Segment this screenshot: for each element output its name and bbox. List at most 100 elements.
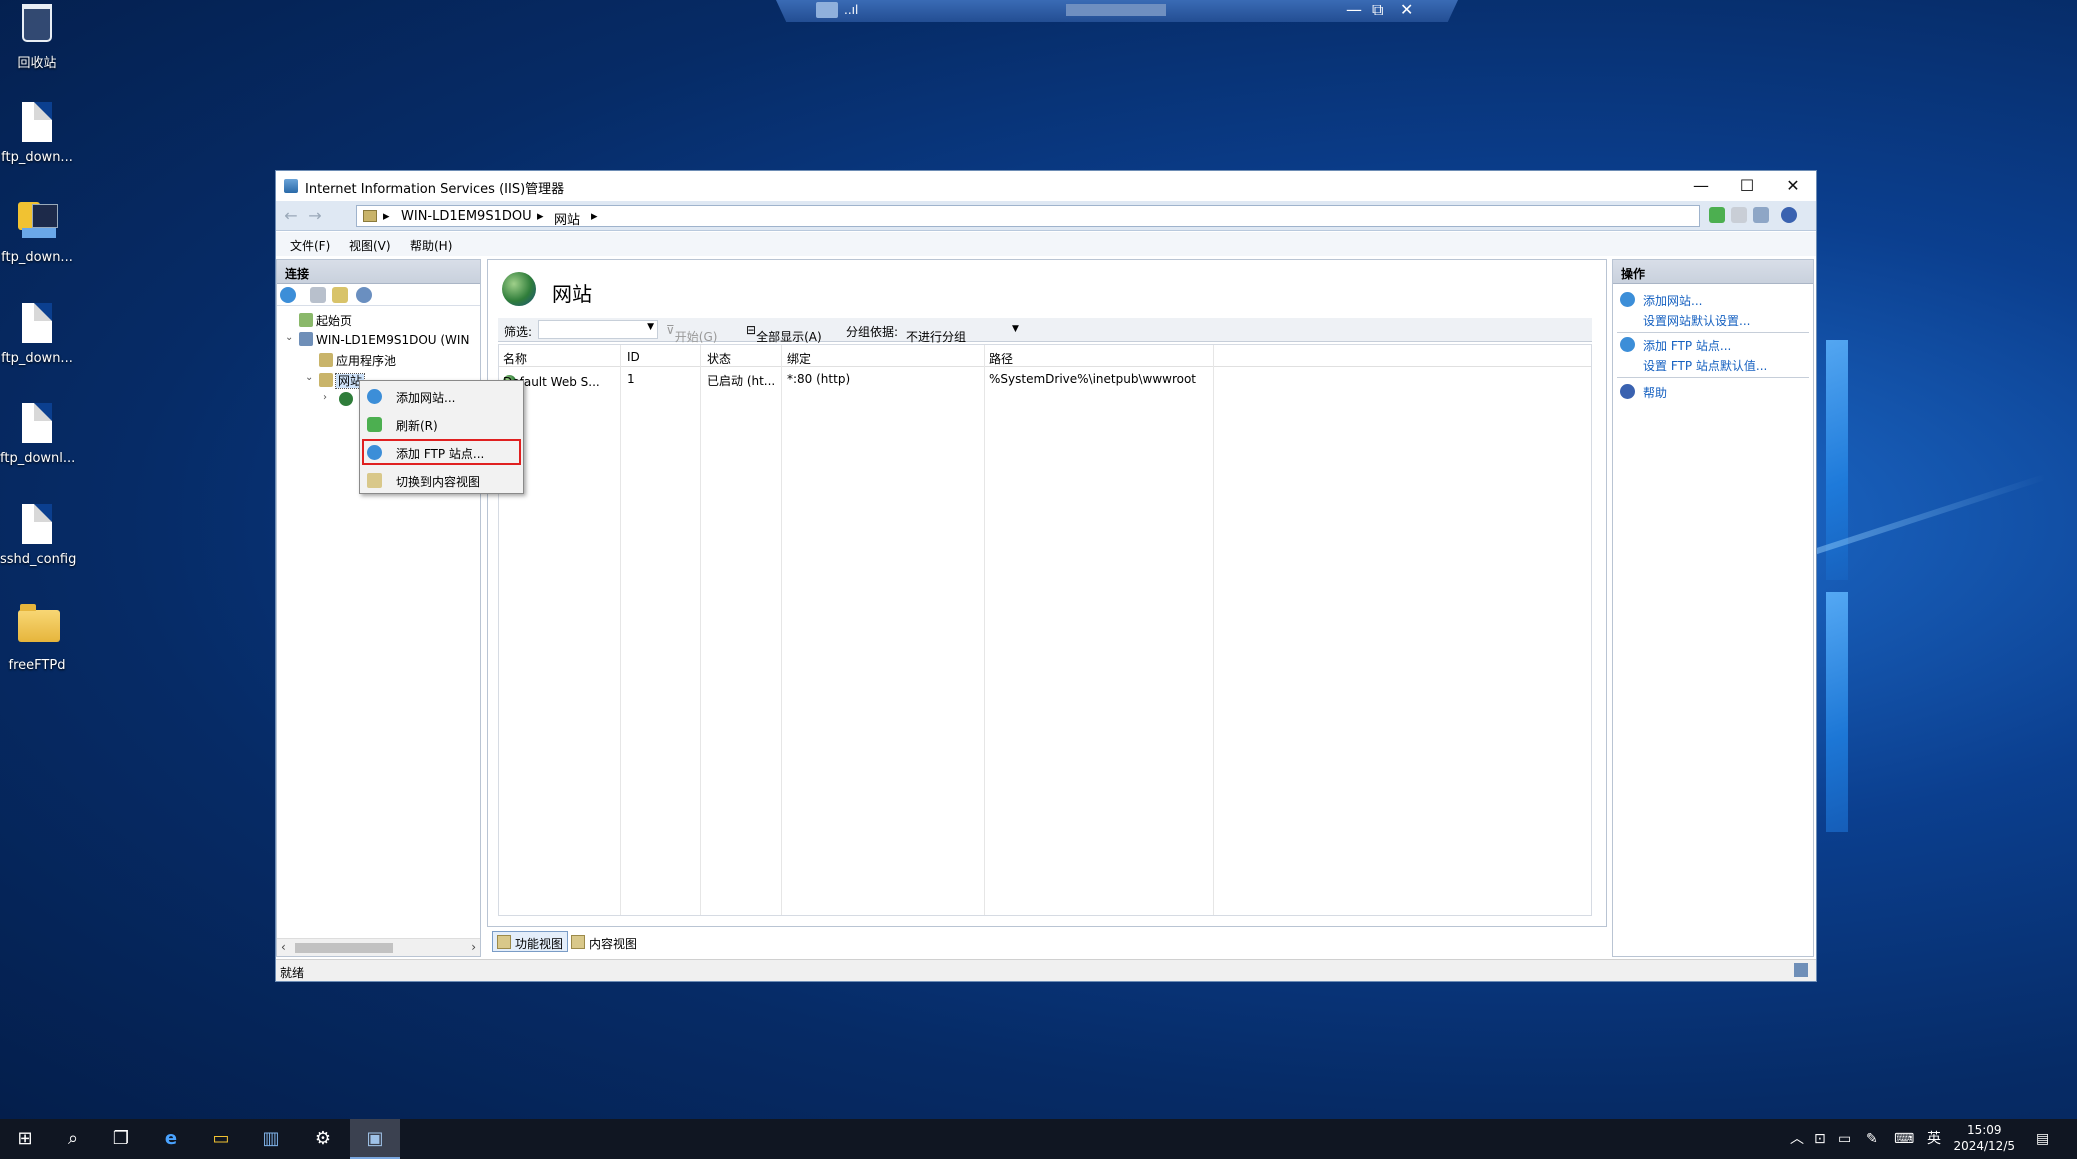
iis-manager-taskbar-icon[interactable]: ▣ xyxy=(350,1119,400,1159)
action-add-ftp-site[interactable]: 添加 FTP 站点... xyxy=(1643,337,1731,354)
chevron-down-icon[interactable]: ⌄ xyxy=(285,332,293,343)
connections-toolbar xyxy=(277,284,480,306)
desktop-icon-label: ftp_down... xyxy=(1,250,73,265)
desktop-icon-file[interactable]: sshd_config xyxy=(0,504,76,567)
breadcrumb-server[interactable]: WIN-LD1EM9S1DOU xyxy=(401,209,532,224)
tab-content-view[interactable]: 内容视图 xyxy=(566,931,642,952)
close-button[interactable]: ✕ xyxy=(1770,173,1816,199)
scroll-right-icon[interactable]: › xyxy=(471,940,476,954)
menu-view[interactable]: 视图(V) xyxy=(349,237,391,254)
desktop-icon-file[interactable]: ftp_downl... xyxy=(0,403,75,466)
menu-item-label: 添加 FTP 站点... xyxy=(396,447,485,461)
wallpaper-window-pane xyxy=(1826,592,1848,832)
menu-item-switch-content-view[interactable]: 切换到内容视图 xyxy=(362,467,521,493)
display-icon[interactable]: ▭ xyxy=(1838,1119,1851,1159)
up-folder-icon[interactable] xyxy=(332,287,348,303)
show-all-button[interactable]: ⊟ 全部显示(A) xyxy=(746,323,822,344)
action-website-defaults[interactable]: 设置网站默认设置... xyxy=(1643,312,1750,329)
features-view-icon xyxy=(497,935,511,949)
connections-title: 连接 xyxy=(277,260,480,284)
menu-item-add-website[interactable]: 添加网站... xyxy=(362,383,521,409)
action-add-website[interactable]: 添加网站... xyxy=(1643,292,1702,309)
task-view-icon[interactable]: ❐ xyxy=(96,1119,146,1159)
menu-item-label: 添加网站... xyxy=(396,391,456,405)
actions-title: 操作 xyxy=(1613,260,1813,284)
start-filter-button[interactable]: ⊽ 开始(G) xyxy=(666,323,717,344)
column-path[interactable]: 路径 xyxy=(989,350,1013,367)
column-id[interactable]: ID xyxy=(627,350,640,364)
file-explorer-icon[interactable]: ▭ xyxy=(196,1119,246,1159)
ime-indicator[interactable]: 英 xyxy=(1927,1119,1941,1159)
column-binding[interactable]: 绑定 xyxy=(787,350,811,367)
save-icon[interactable] xyxy=(310,287,326,303)
connections-horizontal-scrollbar[interactable]: ‹ › xyxy=(277,938,480,956)
desktop-icon-recycle-bin[interactable]: 回收站 xyxy=(0,4,74,71)
desktop-icon-file[interactable]: ftp_down... xyxy=(0,102,74,165)
connect-globe-icon[interactable] xyxy=(280,287,296,303)
action-help[interactable]: 帮助 xyxy=(1643,384,1667,401)
powershell-script-icon xyxy=(18,202,58,238)
stop-icon[interactable] xyxy=(1731,207,1747,223)
breadcrumb-sites[interactable]: 网站 xyxy=(554,209,580,228)
scroll-left-icon[interactable]: ‹ xyxy=(281,940,286,954)
rdp-restore-button[interactable]: ⧉ xyxy=(1372,0,1383,20)
address-separator: ▸ xyxy=(591,209,598,224)
keyboard-icon[interactable]: ⌨ xyxy=(1894,1119,1914,1159)
help-dropdown-icon[interactable] xyxy=(1781,207,1797,223)
forward-arrow-icon[interactable]: → xyxy=(304,206,326,226)
rdp-close-button[interactable]: ✕ xyxy=(1400,0,1413,19)
start-button[interactable]: ⊞ xyxy=(0,1119,50,1159)
tree-node-app-pools[interactable]: 应用程序池 xyxy=(319,352,396,369)
chevron-down-icon[interactable]: ⌄ xyxy=(305,372,313,383)
disconnect-icon[interactable] xyxy=(356,287,372,303)
address-separator: ▸ xyxy=(383,209,390,224)
maximize-button[interactable]: ☐ xyxy=(1724,173,1770,199)
pen-icon[interactable]: ✎ xyxy=(1866,1119,1878,1159)
menu-help[interactable]: 帮助(H) xyxy=(410,237,452,254)
remote-connection-bar[interactable]: ..ıl — ⧉ ✕ xyxy=(776,0,1458,22)
rdp-minimize-button[interactable]: — xyxy=(1346,0,1362,19)
settings-gear-icon[interactable]: ⚙ xyxy=(298,1119,348,1159)
filter-toolbar: 筛选: ▼ ⊽ 开始(G) ⊟ 全部显示(A) 分组依据: 不进行分组 ▼ xyxy=(498,318,1592,344)
desktop-icon-freeftpd[interactable]: freeFTPd xyxy=(0,604,74,673)
network-status-icon xyxy=(1794,963,1808,977)
site-id-cell: 1 xyxy=(627,372,635,386)
add-website-icon xyxy=(1620,292,1635,307)
filter-input[interactable]: ▼ xyxy=(538,320,658,339)
refresh-icon[interactable] xyxy=(1709,207,1725,223)
clock[interactable]: 15:09 2024/12/5 xyxy=(1953,1122,2015,1154)
show-hidden-icons[interactable]: ︿ xyxy=(1790,1119,1804,1159)
tree-node-sites[interactable]: 网站 xyxy=(319,372,366,389)
internet-explorer-icon[interactable]: e xyxy=(146,1119,196,1159)
add-ftp-site-icon xyxy=(1620,337,1635,352)
menu-item-add-ftp-site[interactable]: 添加 FTP 站点... xyxy=(362,439,521,465)
action-ftp-defaults[interactable]: 设置 FTP 站点默认值... xyxy=(1643,357,1767,374)
tree-node-server[interactable]: WIN-LD1EM9S1DOU (WIN xyxy=(299,332,469,347)
desktop-icon-file[interactable]: ftp_down... xyxy=(0,303,74,366)
server-folder-icon xyxy=(363,210,377,222)
minimize-button[interactable]: — xyxy=(1678,173,1724,199)
tree-node-label: 应用程序池 xyxy=(336,354,397,368)
tree-node-default-site[interactable] xyxy=(339,392,356,407)
home-icon[interactable] xyxy=(1753,207,1769,223)
back-arrow-icon[interactable]: ← xyxy=(280,206,302,226)
table-row[interactable]: Default Web S... 1 已启动 (ht... *:80 (http… xyxy=(499,369,1591,389)
chevron-right-icon[interactable]: › xyxy=(323,392,327,403)
address-bar[interactable]: ▸ WIN-LD1EM9S1DOU ▸ 网站 ▸ xyxy=(356,205,1700,228)
start-page-icon xyxy=(299,313,313,327)
column-status[interactable]: 状态 xyxy=(707,350,731,367)
menu-file[interactable]: 文件(F) xyxy=(290,237,330,254)
network-icon[interactable]: ⊡ xyxy=(1814,1119,1826,1159)
title-bar[interactable]: Internet Information Services (IIS)管理器 —… xyxy=(276,171,1816,201)
server-manager-icon[interactable]: ▥ xyxy=(246,1119,296,1159)
notification-icon[interactable]: ▤ xyxy=(2036,1119,2049,1159)
desktop-icon-powershell-script[interactable]: ftp_down... xyxy=(0,198,74,265)
scrollbar-thumb[interactable] xyxy=(295,943,393,953)
tab-features-view[interactable]: 功能视图 xyxy=(492,931,569,952)
column-name[interactable]: 名称 xyxy=(503,350,527,367)
menu-item-label: 刷新(R) xyxy=(396,419,438,433)
menu-item-refresh[interactable]: 刷新(R) xyxy=(362,411,521,437)
pin-icon[interactable] xyxy=(816,2,838,18)
tree-node-start-page[interactable]: 起始页 xyxy=(299,312,352,329)
search-icon[interactable]: ⌕ xyxy=(48,1119,98,1159)
